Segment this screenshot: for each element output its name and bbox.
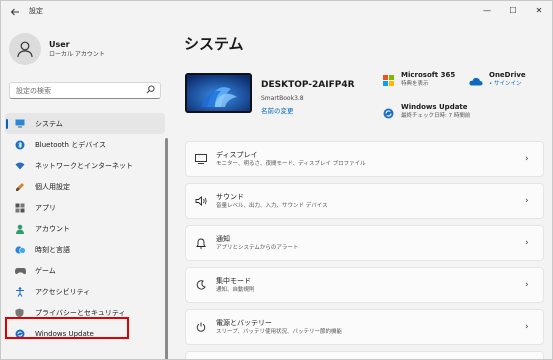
sidebar-item-label: プライバシーとセキュリティ [35, 308, 126, 317]
user-name: User [49, 40, 70, 49]
windows-update-tile[interactable]: Windows Update 最終チェック日時: 7 時間前 [383, 102, 470, 123]
sidebar-item-label: ゲーム [35, 266, 56, 275]
avatar [9, 33, 41, 65]
card-power-battery[interactable]: 電源とバッテリー スリープ、バッテリ使用状況、バッテリー節約機能 › [185, 309, 544, 345]
system-icon [15, 119, 35, 128]
chevron-right-icon: › [525, 238, 529, 248]
sidebar-item-network[interactable]: ネットワークとインターネット [5, 155, 165, 176]
microsoft-365-tile[interactable]: Microsoft 365 特典を表示 [383, 70, 455, 90]
back-arrow-icon[interactable] [7, 4, 23, 20]
user-profile[interactable]: User ローカル アカウント [9, 33, 105, 65]
close-button[interactable]: ✕ [526, 1, 552, 19]
minimize-button[interactable]: — [474, 1, 500, 19]
title-bar: 設定 — ☐ ✕ [1, 1, 552, 23]
gamepad-icon [15, 267, 35, 275]
onedrive-sub[interactable]: • サインイン [489, 80, 526, 88]
rename-link[interactable]: 名前の変更 [261, 105, 294, 115]
sidebar-item-label: ネットワークとインターネット [35, 161, 133, 170]
windows-update-sub: 最終チェック日時: 7 時間前 [401, 113, 471, 119]
sidebar-item-time-language[interactable]: 時刻と言語 [5, 239, 165, 260]
sidebar-item-label: 時刻と言語 [35, 245, 70, 254]
card-notifications[interactable]: 通知 アプリとシステムからのアラート › [185, 225, 544, 261]
wifi-icon [15, 161, 35, 170]
device-name: DESKTOP-2AIFP4R [261, 80, 355, 90]
settings-window: 設定 — ☐ ✕ User ローカル アカウント 設定の検索 システム Blue… [0, 0, 553, 360]
windows-update-title: Windows Update [401, 103, 468, 111]
card-next-partial[interactable] [185, 351, 544, 359]
search-input[interactable]: 設定の検索 [16, 86, 146, 96]
card-title: サウンド [216, 193, 244, 201]
sidebar-scrollbar[interactable] [165, 138, 168, 359]
sidebar-item-label: アプリ [35, 203, 56, 212]
card-title: 電源とバッテリー [216, 319, 272, 327]
clock-globe-icon [15, 245, 35, 255]
brush-icon [15, 182, 35, 192]
card-display[interactable]: ディスプレイ モニター、明るさ、夜間モード、ディスプレイ プロファイル › [185, 141, 544, 177]
sidebar-item-label: 個人用設定 [35, 182, 70, 191]
accessibility-icon [15, 286, 35, 297]
app-title: 設定 [29, 7, 43, 15]
card-subtitle: 音量レベル、出力、入力、サウンド デバイス [216, 203, 328, 209]
microsoft-365-title: Microsoft 365 [401, 71, 456, 79]
user-avatar-icon [17, 41, 33, 58]
main-content: システム DESKTOP-2AIFP4R SmartBook3.8 名前の変更 [173, 23, 552, 359]
chevron-right-icon: › [525, 280, 529, 290]
chevron-right-icon: › [525, 196, 529, 206]
person-icon [15, 224, 35, 234]
microsoft-365-sub: 特典を表示 [401, 81, 429, 87]
chevron-right-icon: › [525, 154, 529, 164]
card-title: ディスプレイ [216, 151, 258, 159]
sidebar-item-label: アクセシビリティ [35, 287, 91, 296]
maximize-button[interactable]: ☐ [500, 1, 526, 19]
card-subtitle: アプリとシステムからのアラート [216, 245, 299, 251]
window-controls: — ☐ ✕ [474, 1, 552, 19]
device-model: SmartBook3.8 [261, 95, 304, 102]
speaker-icon [186, 196, 216, 206]
bell-icon [186, 238, 216, 249]
sidebar-item-personalization[interactable]: 個人用設定 [5, 176, 165, 197]
search-icon[interactable] [146, 85, 160, 96]
card-focus[interactable]: 集中モード 通知、自動規則 › [185, 267, 544, 303]
windows-update-icon [383, 104, 394, 123]
sidebar-item-label: システム [35, 119, 63, 128]
sidebar-item-system[interactable]: システム [5, 113, 165, 134]
sidebar-item-accessibility[interactable]: アクセシビリティ [5, 281, 165, 302]
sidebar-item-bluetooth[interactable]: Bluetooth とデバイス [5, 134, 165, 155]
bluetooth-icon [15, 140, 35, 150]
windows-update-highlight-box [5, 317, 129, 339]
power-icon [186, 322, 216, 332]
card-sound[interactable]: サウンド 音量レベル、出力、入力、サウンド デバイス › [185, 183, 544, 219]
card-subtitle: モニター、明るさ、夜間モード、ディスプレイ プロファイル [216, 161, 366, 167]
sidebar-item-apps[interactable]: アプリ [5, 197, 165, 218]
card-title: 通知 [216, 235, 230, 243]
card-subtitle: 通知、自動規則 [216, 287, 255, 293]
chevron-right-icon: › [525, 322, 529, 332]
sidebar-nav: システム Bluetooth とデバイス ネットワークとインターネット 個人用設… [5, 113, 165, 344]
onedrive-tile[interactable]: OneDrive • サインイン [469, 70, 526, 90]
display-icon [186, 154, 216, 164]
account-type: ローカル アカウント [49, 51, 105, 58]
moon-icon [186, 280, 216, 290]
sidebar-item-gaming[interactable]: ゲーム [5, 260, 165, 281]
search-box[interactable]: 設定の検索 [9, 82, 161, 99]
page-title: システム [184, 35, 244, 53]
sidebar-item-label: Bluetooth とデバイス [35, 140, 106, 149]
shield-icon [15, 308, 35, 318]
microsoft-365-icon [383, 71, 394, 90]
card-title: 集中モード [216, 277, 251, 285]
onedrive-title: OneDrive [489, 71, 526, 79]
card-subtitle: スリープ、バッテリ使用状況、バッテリー節約機能 [216, 329, 343, 335]
sidebar-item-label: アカウント [35, 224, 70, 233]
onedrive-cloud-icon [469, 71, 483, 90]
sidebar-item-accounts[interactable]: アカウント [5, 218, 165, 239]
sidebar: User ローカル アカウント 設定の検索 システム Bluetooth とデバ… [1, 23, 173, 359]
apps-icon [15, 203, 35, 213]
device-wallpaper-thumbnail [185, 73, 252, 113]
